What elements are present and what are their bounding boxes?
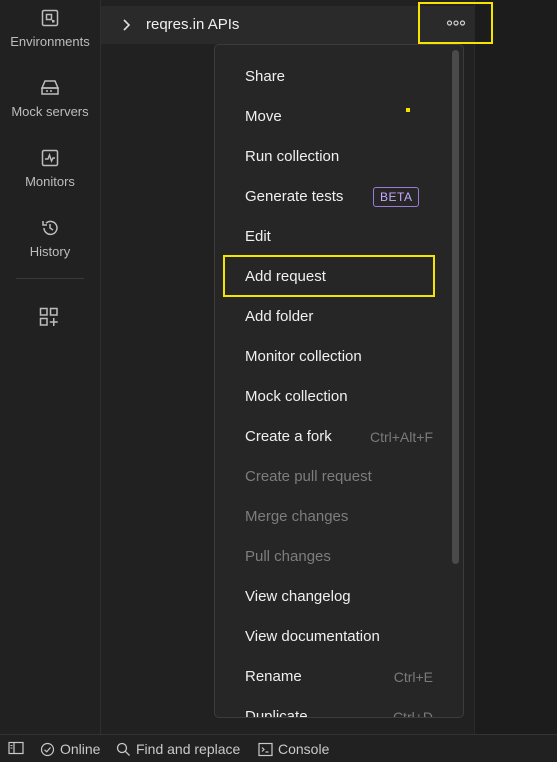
status-bar: Online Find and replace Console bbox=[0, 734, 557, 762]
menu-item-label: Pull changes bbox=[245, 548, 331, 565]
history-icon bbox=[42, 220, 58, 236]
menu-scrollbar[interactable] bbox=[452, 50, 459, 564]
sidebar-item-mock-servers[interactable]: Mock servers bbox=[0, 78, 100, 119]
sidebar-item-label: Environments bbox=[10, 34, 90, 49]
add-workbench-icon bbox=[39, 307, 58, 326]
menu-item-label: Edit bbox=[245, 228, 271, 245]
cursor-marker bbox=[406, 108, 410, 112]
beta-badge: BETA bbox=[373, 187, 420, 207]
sidebar-item-label: History bbox=[29, 244, 71, 259]
environment-icon bbox=[41, 9, 59, 27]
app-window: Environments Mock servers Monitors Histo… bbox=[0, 0, 557, 762]
menu-item-create-pull-request: Create pull request bbox=[215, 457, 451, 497]
sidebar-item-label: Monitors bbox=[25, 174, 75, 189]
console-icon bbox=[258, 742, 273, 756]
sidebar-item-history[interactable]: History bbox=[0, 218, 100, 259]
menu-item-label: Create pull request bbox=[245, 468, 372, 485]
search-icon bbox=[116, 742, 130, 756]
sidebar-item-monitors[interactable]: Monitors bbox=[0, 148, 100, 189]
menu-item-pull-changes: Pull changes bbox=[215, 537, 451, 577]
menu-item-label: Move bbox=[245, 108, 282, 125]
menu-item-run-collection[interactable]: Run collection bbox=[215, 137, 451, 177]
menu-item-shortcut: Ctrl+E bbox=[393, 669, 433, 685]
menu-item-label: View changelog bbox=[245, 588, 351, 605]
menu-item-label: Monitor collection bbox=[245, 348, 362, 365]
console-button[interactable]: Console bbox=[258, 741, 329, 757]
menu-item-rename[interactable]: Rename Ctrl+E bbox=[215, 657, 451, 697]
sidebar-item-label: Mock servers bbox=[11, 104, 89, 119]
console-label: Console bbox=[278, 741, 330, 757]
menu-item-edit[interactable]: Edit bbox=[215, 217, 451, 257]
menu-item-label: Duplicate bbox=[245, 708, 308, 718]
collection-name: reqres.in APIs bbox=[146, 16, 240, 33]
sidebar-divider bbox=[16, 278, 84, 279]
menu-item-label: Rename bbox=[245, 668, 302, 685]
online-label: Online bbox=[60, 741, 101, 757]
online-status[interactable]: Online bbox=[40, 741, 100, 757]
menu-item-label: Create a fork bbox=[245, 428, 332, 445]
menu-item-shortcut: Ctrl+Alt+F bbox=[369, 429, 433, 445]
menu-item-duplicate[interactable]: Duplicate Ctrl+D bbox=[215, 697, 451, 718]
mock-server-icon bbox=[40, 80, 60, 95]
menu-item-generate-tests[interactable]: Generate tests BETA bbox=[215, 177, 451, 217]
menu-item-add-folder[interactable]: Add folder bbox=[215, 297, 451, 337]
add-workbench-button[interactable] bbox=[38, 306, 60, 333]
menu-item-shortcut: Ctrl+D bbox=[392, 709, 433, 718]
menu-item-view-documentation[interactable]: View documentation bbox=[215, 617, 451, 657]
menu-item-label: Share bbox=[245, 68, 286, 85]
menu-item-view-changelog[interactable]: View changelog bbox=[215, 577, 451, 617]
add-request-highlight bbox=[223, 255, 435, 297]
menu-item-label: Run collection bbox=[245, 148, 340, 165]
find-replace-button[interactable]: Find and replace bbox=[116, 741, 240, 757]
more-options-icon bbox=[446, 20, 465, 26]
monitor-icon bbox=[41, 149, 59, 167]
toggle-sidebar-button[interactable] bbox=[8, 741, 29, 755]
menu-item-create-fork[interactable]: Create a fork Ctrl+Alt+F bbox=[215, 417, 451, 457]
menu-item-merge-changes: Merge changes bbox=[215, 497, 451, 537]
menu-item-move[interactable]: Move bbox=[215, 97, 451, 137]
menu-item-label: Generate tests bbox=[245, 188, 344, 205]
chevron-right-icon[interactable] bbox=[119, 17, 133, 33]
menu-item-monitor-collection[interactable]: Monitor collection bbox=[215, 337, 451, 377]
menu-item-label: View documentation bbox=[245, 628, 380, 645]
menu-item-label: Merge changes bbox=[245, 508, 349, 525]
menu-item-mock-collection[interactable]: Mock collection bbox=[215, 377, 451, 417]
more-options-button[interactable] bbox=[418, 2, 493, 44]
find-replace-label: Find and replace bbox=[136, 741, 241, 757]
left-sidebar: Environments Mock servers Monitors Histo… bbox=[0, 0, 101, 734]
menu-item-share[interactable]: Share bbox=[215, 57, 451, 97]
sidebar-toggle-icon bbox=[8, 741, 24, 755]
check-circle-icon bbox=[40, 742, 55, 756]
sidebar-item-environments[interactable]: Environments bbox=[0, 8, 100, 49]
workspace-area bbox=[475, 0, 557, 734]
collection-context-menu: Share Move Run collection Generate tests… bbox=[214, 44, 464, 718]
menu-item-label: Add folder bbox=[245, 308, 314, 325]
menu-item-label: Mock collection bbox=[245, 388, 348, 405]
